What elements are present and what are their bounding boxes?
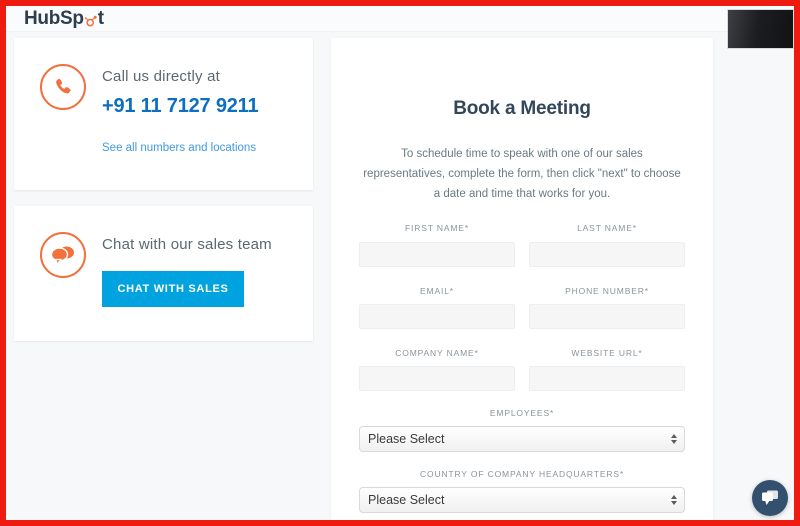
select-wrap: Please Select <box>359 426 685 453</box>
country-hq-select[interactable]: Please Select <box>359 487 685 514</box>
employees-select[interactable]: Please Select <box>359 426 685 453</box>
website-url-input[interactable] <box>529 365 685 391</box>
form-row-contact: EMAIL* PHONE NUMBER* <box>359 285 685 329</box>
chat-sales-card: Chat with our sales team CHAT WITH SALES <box>14 206 313 341</box>
company-name-input[interactable] <box>359 365 515 391</box>
email-field[interactable] <box>359 303 515 329</box>
browser-viewport: HubSp t Call us directly at +91 11 7127 … <box>6 6 794 520</box>
page-body: Call us directly at +91 11 7127 9211 See… <box>6 32 794 520</box>
page-title: Book a Meeting <box>453 98 591 119</box>
form-row-name: FIRST NAME* LAST NAME* <box>359 222 685 267</box>
call-us-card: Call us directly at +91 11 7127 9211 See… <box>14 38 313 190</box>
field-first-name: FIRST NAME* <box>359 222 515 267</box>
book-meeting-form-card: Book a Meeting To schedule time to speak… <box>331 38 713 520</box>
field-label: EMAIL* <box>420 285 454 296</box>
field-label: WEBSITE URL* <box>571 347 643 358</box>
chat-with-sales-button[interactable]: CHAT WITH SALES <box>102 271 244 307</box>
video-thumbnail[interactable] <box>727 9 794 49</box>
hubspot-logo[interactable]: HubSp t <box>24 8 104 30</box>
contact-options-column: Call us directly at +91 11 7127 9211 See… <box>14 38 313 341</box>
field-country-hq: COUNTRY OF COMPANY HEADQUARTERS* Please … <box>359 468 685 514</box>
phone-number-input[interactable] <box>529 303 685 329</box>
phone-icon <box>40 64 86 110</box>
field-label: PHONE NUMBER* <box>565 285 649 296</box>
site-header: HubSp t <box>6 6 794 32</box>
chat-bubbles-icon <box>40 232 86 278</box>
field-phone-number: PHONE NUMBER* <box>529 285 685 329</box>
field-label: FIRST NAME* <box>405 223 469 234</box>
field-email: EMAIL* <box>359 285 515 329</box>
field-label: LAST NAME* <box>577 223 637 234</box>
field-company-name: COMPANY NAME* <box>359 347 515 391</box>
logo-text-t: t <box>97 8 104 29</box>
chat-card-text: Chat with our sales team <box>102 236 289 253</box>
phone-number[interactable]: +91 11 7127 9211 <box>102 95 289 118</box>
field-last-name: LAST NAME* <box>529 222 685 267</box>
last-name-input[interactable] <box>529 241 685 267</box>
logo-text-hub: HubSp <box>24 8 84 29</box>
chat-heading: Chat with our sales team <box>102 236 272 253</box>
form-subtitle: To schedule time to speak with one of ou… <box>363 148 681 201</box>
form-row-company: COMPANY NAME* WEBSITE URL* <box>359 347 685 391</box>
call-heading: Call us directly at <box>102 68 221 85</box>
call-card-text: Call us directly at +91 11 7127 9211 See… <box>102 68 289 156</box>
field-website-url: WEBSITE URL* <box>529 347 685 391</box>
field-label: COUNTRY OF COMPANY HEADQUARTERS* <box>420 469 624 480</box>
see-all-numbers-link[interactable]: See all numbers and locations <box>102 142 256 154</box>
chat-bubble-icon <box>762 490 778 505</box>
hubspot-sprocket-icon <box>84 12 98 27</box>
select-wrap: Please Select <box>359 487 685 514</box>
chat-launcher-button[interactable] <box>752 480 788 516</box>
field-employees: EMPLOYEES* Please Select <box>359 407 685 453</box>
field-label: EMPLOYEES* <box>489 407 555 418</box>
field-label: COMPANY NAME* <box>395 347 479 358</box>
first-name-input[interactable] <box>359 241 515 267</box>
